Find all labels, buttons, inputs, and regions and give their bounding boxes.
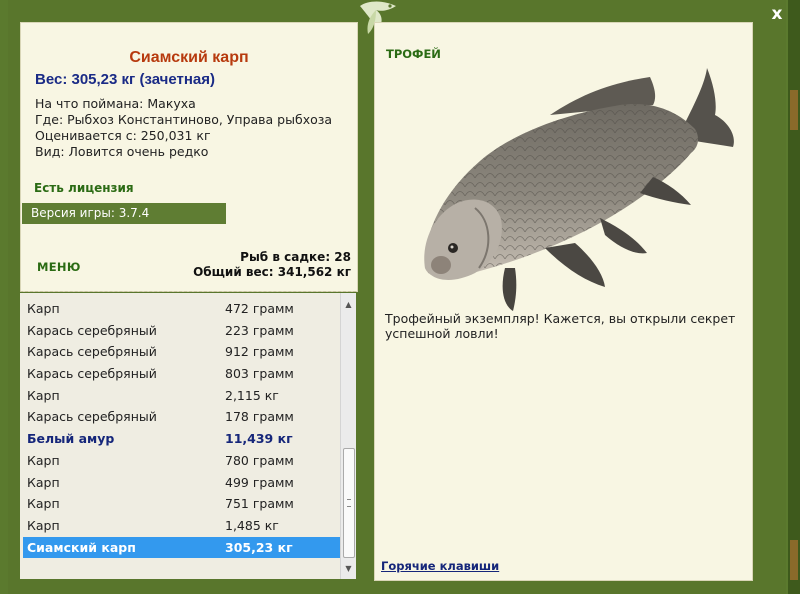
scroll-up-icon[interactable]: ▲: [341, 297, 356, 312]
fish-name: Карась серебряный: [27, 322, 157, 338]
background-decoration: [790, 540, 798, 580]
list-item[interactable]: Карп 751 грамм: [23, 493, 340, 515]
fish-weight: 1,485 кг: [225, 517, 279, 533]
list-item[interactable]: Карась серебряный 912 грамм: [23, 341, 340, 363]
fish-name: Белый амур: [27, 431, 115, 447]
fish-weight: 178 грамм: [225, 409, 294, 425]
location-detail: Где: Рыбхоз Константиново, Управа рыбхоз…: [35, 112, 333, 127]
fish-name: Карп: [27, 387, 60, 403]
fish-weight: 803 грамм: [225, 366, 294, 382]
valuation-detail: Оценивается с: 250,031 кг: [35, 128, 211, 143]
game-version: Версия игры: 3.7.4: [22, 203, 226, 224]
keepnet-stats: Рыб в садке: 28 Общий вес: 341,562 кг: [193, 250, 351, 280]
list-item[interactable]: Карп 780 грамм: [23, 450, 340, 472]
list-item[interactable]: Карась серебряный 178 грамм: [23, 406, 340, 428]
trophy-message: Трофейный экземпляр! Кажется, вы открыли…: [385, 311, 736, 341]
total-weight: Общий вес: 341,562 кг: [193, 265, 351, 279]
fish-name: Карп: [27, 474, 60, 490]
fish-weight: 780 грамм: [225, 452, 294, 468]
scroll-down-icon[interactable]: ▼: [341, 561, 356, 576]
background-right-edge: [788, 0, 800, 594]
fish-weight: 472 грамм: [225, 301, 294, 316]
fish-title: Сиамский карп: [129, 49, 249, 66]
list-item[interactable]: Карп 1,485 кг: [23, 515, 340, 537]
list-scrollbar[interactable]: ▲ ▼: [340, 293, 356, 579]
catch-list[interactable]: Карп 472 грамм Карась серебряный 223 грамм…: [20, 293, 356, 579]
bait-detail: На что поймана: Макуха: [35, 96, 196, 111]
close-button[interactable]: x: [767, 4, 787, 24]
fish-weight: 305,23 кг: [225, 539, 293, 555]
list-item[interactable]: Карп 2,115 кг: [23, 385, 340, 407]
fish-name: Карась серебряный: [27, 344, 157, 360]
fish-name: Карась серебряный: [27, 409, 157, 425]
list-item[interactable]: Карп 499 грамм: [23, 472, 340, 494]
fish-name: Сиамский карп: [27, 539, 136, 555]
background-decoration: [790, 90, 798, 130]
list-item[interactable]: Карась серебряный 223 грамм: [23, 320, 340, 342]
fish-info-panel: Сиамский карп Вес: 305,23 кг (зачетная) …: [20, 22, 358, 292]
list-item[interactable]: Карп 472 грамм: [23, 298, 340, 320]
fish-name: Карп: [27, 496, 60, 512]
fish-weight: 499 грамм: [225, 474, 294, 490]
license-status: Есть лицензия: [34, 181, 134, 195]
trophy-panel: ТРОФЕЙ Трофейный экземпляр! Кажется, вы …: [374, 22, 753, 581]
trophy-fish-image: [424, 68, 734, 311]
divider: [20, 291, 356, 292]
list-item[interactable]: Белый амур 11,439 кг: [23, 428, 340, 450]
fish-weight: 912 грамм: [225, 344, 294, 360]
fish-weight: 751 грамм: [225, 496, 294, 512]
list-item-selected[interactable]: Сиамский карп 305,23 кг: [23, 536, 340, 559]
fish-name: Карп: [27, 517, 60, 533]
fish-name: Карп: [27, 301, 60, 316]
fish-name: Карп: [27, 452, 60, 468]
hotkeys-link[interactable]: Горячие клавиши: [381, 559, 499, 573]
list-item[interactable]: Карась серебряный 803 грамм: [23, 363, 340, 385]
fish-weight: Вес: 305,23 кг (зачетная): [35, 71, 216, 88]
scroll-thumb[interactable]: [343, 448, 355, 558]
rarity-detail: Вид: Ловится очень редко: [35, 144, 209, 159]
fish-weight: 2,115 кг: [225, 387, 279, 403]
fish-name: Карась серебряный: [27, 366, 157, 382]
fish-weight: 11,439 кг: [225, 431, 293, 447]
fish-count: Рыб в садке: 28: [240, 250, 351, 264]
menu-button[interactable]: МЕНЮ: [37, 260, 81, 274]
fish-weight: 223 грамм: [225, 322, 294, 338]
